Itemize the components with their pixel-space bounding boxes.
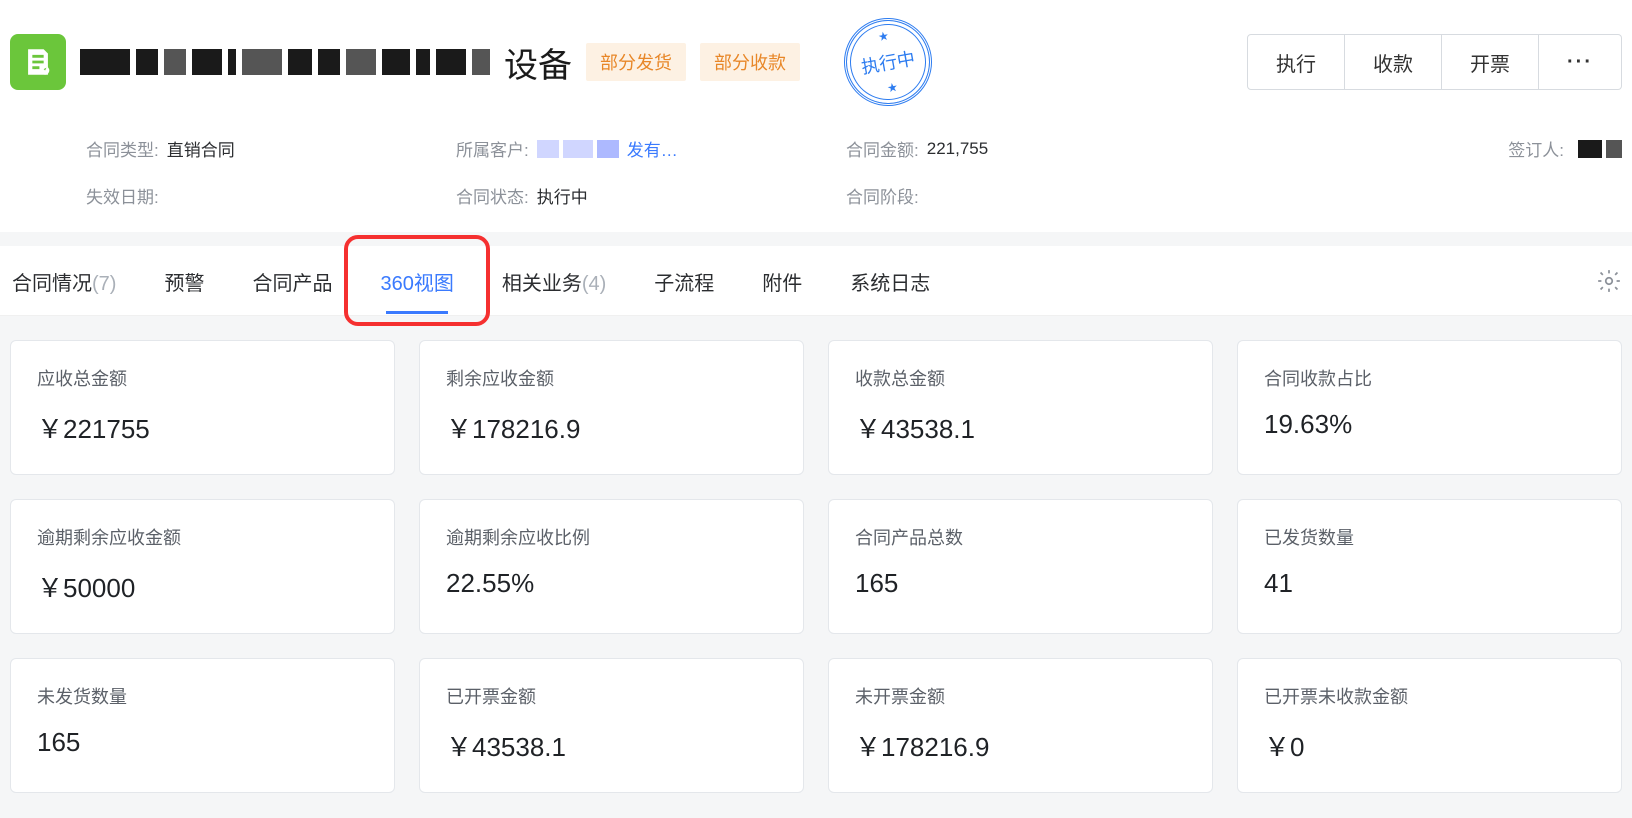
metric-label: 合同产品总数 (855, 524, 1186, 550)
meta-status-value: 执行中 (537, 183, 588, 208)
tab-6[interactable]: 附件 (760, 247, 804, 314)
metric-value: ￥50000 (37, 568, 368, 605)
tab-label: 360视图 (380, 273, 453, 295)
metric-label: 收款总金额 (855, 365, 1186, 391)
contract-meta: 合同类型: 直销合同 所属客户: 发有… 合同金额: 221,755 签订人: 失效… (10, 136, 1622, 208)
tab-label: 附件 (762, 273, 802, 295)
tab-count: (4) (582, 273, 606, 295)
metric-card-5: 逾期剩余应收比例 22.55% (419, 499, 804, 634)
metric-label: 已开票未收款金额 (1264, 683, 1595, 709)
metric-card-9: 已开票金额 ￥43538.1 (419, 658, 804, 793)
metric-value: ￥43538.1 (446, 727, 777, 764)
meta-contract-type-label: 合同类型: (86, 136, 159, 161)
metric-card-2: 收款总金额 ￥43538.1 (828, 340, 1213, 475)
metric-label: 剩余应收金额 (446, 365, 777, 391)
metric-card-6: 合同产品总数 165 (828, 499, 1213, 634)
metric-card-3: 合同收款占比 19.63% (1237, 340, 1622, 475)
metric-value: 165 (855, 568, 1186, 599)
tab-count: (7) (92, 273, 116, 295)
contract-header: 设备 部分发货 部分收款 执行中 执行 收款 开票 ··· 合同类型: 直销合同 … (0, 0, 1632, 232)
tab-label: 子流程 (654, 273, 714, 295)
redacted-customer (537, 140, 619, 158)
meta-amount-label: 合同金额: (846, 136, 919, 161)
tab-label: 系统日志 (850, 273, 930, 295)
execute-button[interactable]: 执行 (1247, 34, 1345, 90)
metric-value: ￥221755 (37, 409, 368, 446)
metric-card-1: 剩余应收金额 ￥178216.9 (419, 340, 804, 475)
metric-label: 合同收款占比 (1264, 365, 1595, 391)
meta-customer-label: 所属客户: (456, 136, 529, 161)
metric-value: 19.63% (1264, 409, 1595, 440)
status-tag-pay: 部分收款 (700, 43, 800, 81)
tab-1[interactable]: 预警 (162, 247, 206, 314)
meta-status-label: 合同状态: (456, 183, 529, 208)
header-actions: 执行 收款 开票 ··· (1247, 34, 1622, 90)
receipt-button[interactable]: 收款 (1345, 34, 1442, 90)
meta-signer-label: 签订人: (1508, 136, 1564, 161)
contract-icon (10, 34, 66, 90)
tab-7[interactable]: 系统日志 (848, 247, 932, 314)
gear-icon[interactable] (1596, 268, 1622, 294)
status-tag-ship: 部分发货 (586, 43, 686, 81)
metric-value: 165 (37, 727, 368, 758)
tab-4[interactable]: 相关业务(4) (500, 247, 608, 314)
invoice-button[interactable]: 开票 (1442, 34, 1539, 90)
title-area: 设备 部分发货 部分收款 执行中 (80, 18, 1233, 106)
meta-stage-label: 合同阶段: (846, 183, 919, 208)
redacted-signer (1578, 140, 1622, 158)
meta-contract-type-value: 直销合同 (167, 136, 235, 161)
metric-value: 22.55% (446, 568, 777, 599)
metric-label: 未发货数量 (37, 683, 368, 709)
tabs-bar: 合同情况(7) 预警 合同产品 360视图 相关业务(4) 子流程 附件 系统日志 (0, 246, 1632, 316)
meta-expire-label: 失效日期: (86, 183, 159, 208)
tab-0[interactable]: 合同情况(7) (10, 247, 118, 314)
metric-card-10: 未开票金额 ￥178216.9 (828, 658, 1213, 793)
redacted-title (80, 49, 490, 75)
tab-label: 相关业务 (502, 273, 582, 295)
metric-value: ￥178216.9 (855, 727, 1186, 764)
tab-3[interactable]: 360视图 (378, 247, 455, 314)
metric-card-7: 已发货数量 41 (1237, 499, 1622, 634)
tab-label: 预警 (164, 273, 204, 295)
tab-label: 合同产品 (252, 273, 332, 295)
metric-label: 已开票金额 (446, 683, 777, 709)
title-suffix: 设备 (504, 38, 572, 87)
metric-label: 未开票金额 (855, 683, 1186, 709)
metric-value: ￥0 (1264, 727, 1595, 764)
metric-card-11: 已开票未收款金额 ￥0 (1237, 658, 1622, 793)
metric-value: 41 (1264, 568, 1595, 599)
metric-label: 逾期剩余应收金额 (37, 524, 368, 550)
tab-5[interactable]: 子流程 (652, 247, 716, 314)
meta-customer-value: 发有… (627, 136, 678, 161)
tab-2[interactable]: 合同产品 (250, 247, 334, 314)
metric-card-8: 未发货数量 165 (10, 658, 395, 793)
metric-cards: 应收总金额 ￥221755 剩余应收金额 ￥178216.9 收款总金额 ￥43538.1… (0, 316, 1632, 817)
metric-label: 应收总金额 (37, 365, 368, 391)
metric-card-0: 应收总金额 ￥221755 (10, 340, 395, 475)
more-button[interactable]: ··· (1539, 34, 1622, 90)
tab-label: 合同情况 (12, 273, 92, 295)
status-stamp: 执行中 (837, 11, 939, 113)
metric-label: 已发货数量 (1264, 524, 1595, 550)
metric-card-4: 逾期剩余应收金额 ￥50000 (10, 499, 395, 634)
metric-value: ￥43538.1 (855, 409, 1186, 446)
meta-amount-value: 221,755 (927, 139, 988, 159)
metric-value: ￥178216.9 (446, 409, 777, 446)
metric-label: 逾期剩余应收比例 (446, 524, 777, 550)
